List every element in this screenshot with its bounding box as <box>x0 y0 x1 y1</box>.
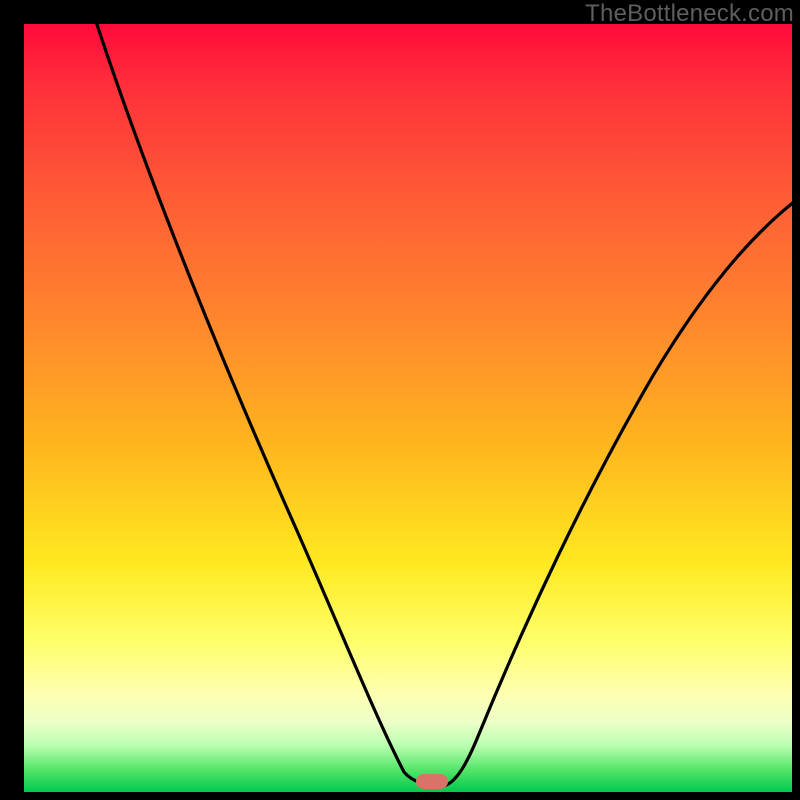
watermark-text: TheBottleneck.com <box>585 0 794 28</box>
bottleneck-curve <box>24 24 792 792</box>
optimal-marker <box>416 774 448 789</box>
plot-area <box>24 24 792 792</box>
chart-frame: TheBottleneck.com <box>0 0 800 800</box>
